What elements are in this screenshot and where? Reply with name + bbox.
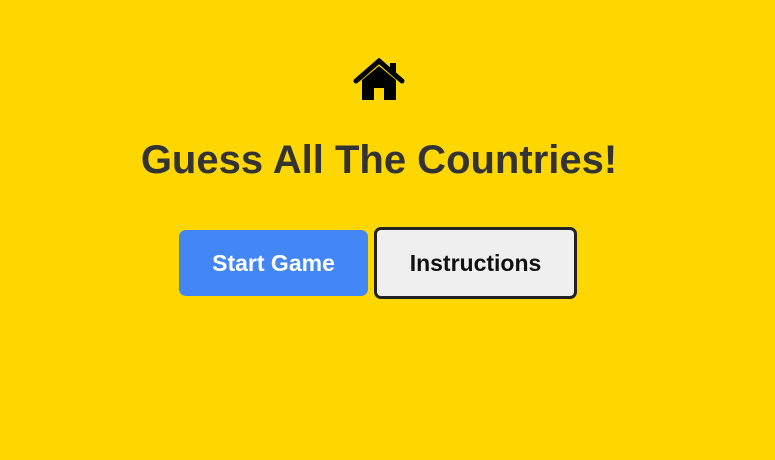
instructions-button[interactable]: Instructions xyxy=(374,227,577,299)
instructions-button-label: Instructions xyxy=(409,249,542,276)
home-icon-graphic xyxy=(353,58,405,100)
page-title: Guess All The Countries! xyxy=(140,138,618,182)
home-icon[interactable] xyxy=(353,58,405,102)
start-game-button[interactable]: Start Game xyxy=(179,230,368,296)
start-game-button-label: Start Game xyxy=(212,249,335,276)
